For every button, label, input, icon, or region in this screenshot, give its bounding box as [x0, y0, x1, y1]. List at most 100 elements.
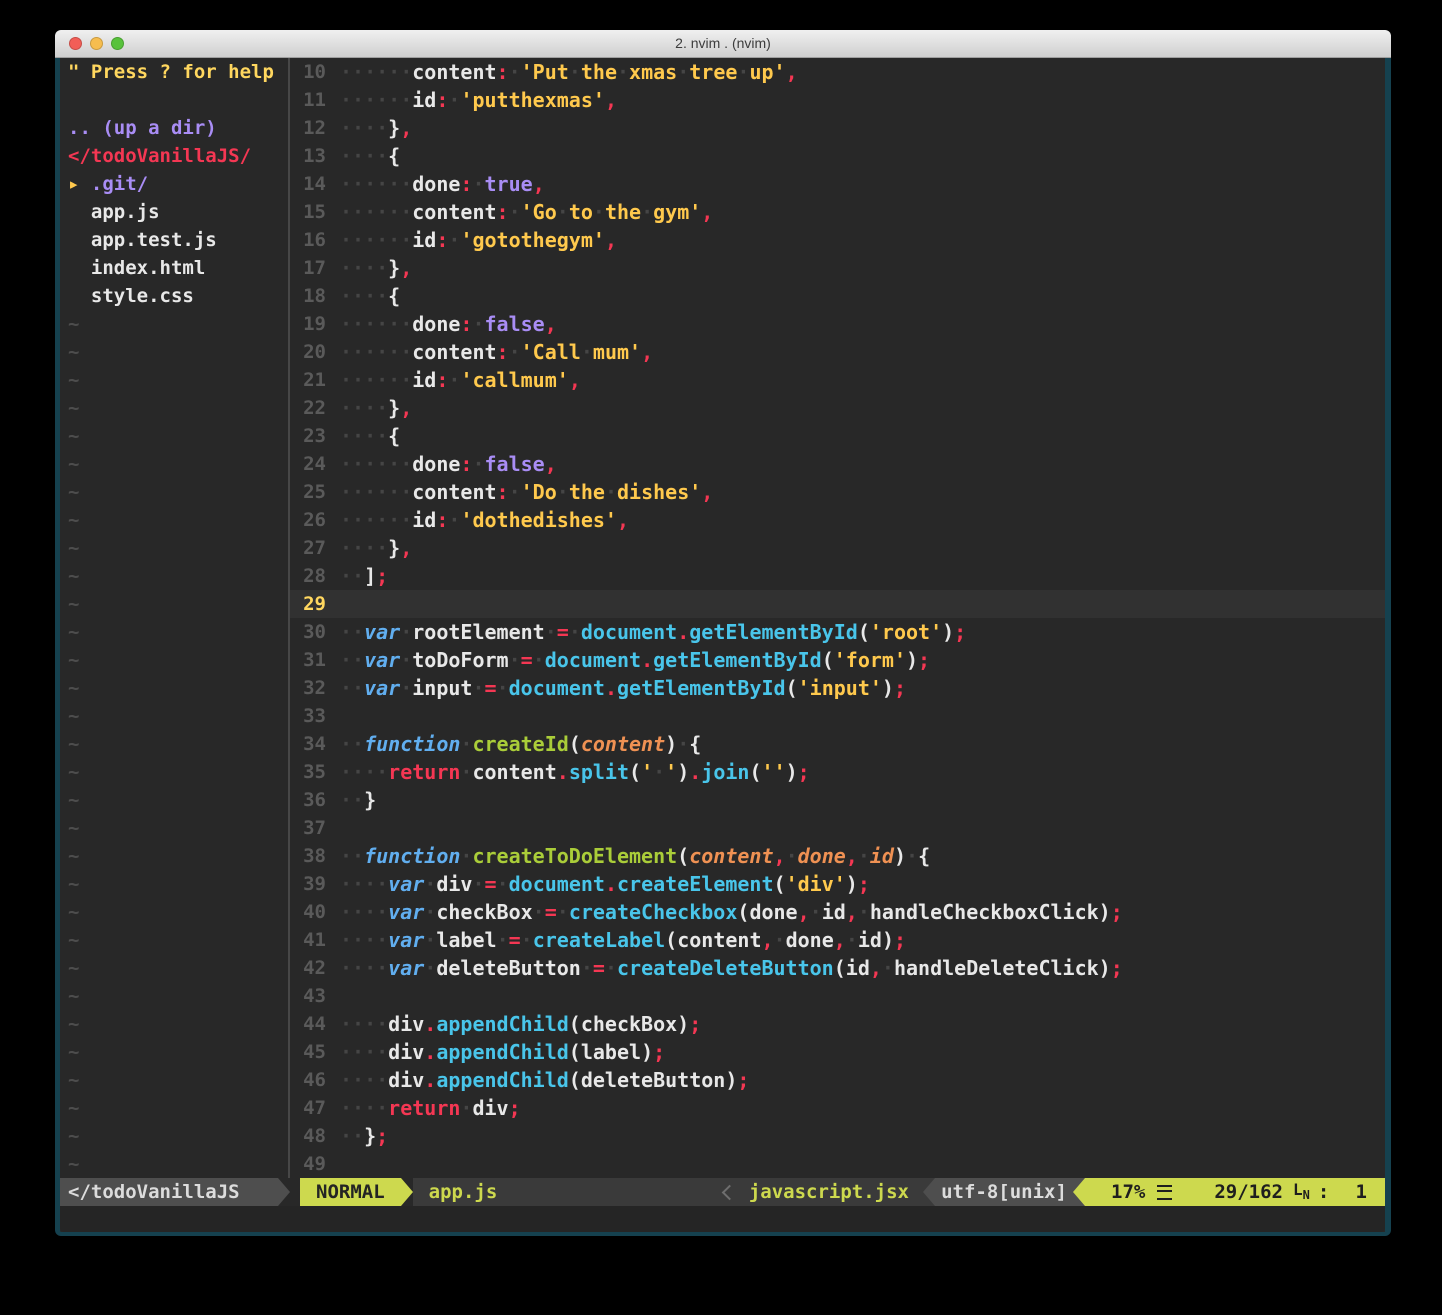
- empty-buffer-tilde: ~: [60, 506, 288, 534]
- tree-expand-arrow-icon[interactable]: ▸: [68, 173, 91, 195]
- code-line-26[interactable]: 26······id:·'dothedishes',: [290, 506, 1385, 534]
- code-text: ····var·label·=·createLabel(content,·don…: [340, 926, 1385, 954]
- code-line-19[interactable]: 19······done:·false,: [290, 310, 1385, 338]
- line-number: 31: [290, 646, 340, 674]
- code-text: ····},: [340, 114, 1385, 142]
- code-line-16[interactable]: 16······id:·'gotothegym',: [290, 226, 1385, 254]
- line-number: 18: [290, 282, 340, 310]
- code-line-14[interactable]: 14······done:·true,: [290, 170, 1385, 198]
- code-line-28[interactable]: 28··];: [290, 562, 1385, 590]
- code-line-34[interactable]: 34··function·createId(content)·{: [290, 730, 1385, 758]
- code-line-36[interactable]: 36··}: [290, 786, 1385, 814]
- nerdtree-help-line: " Press ? for help: [60, 58, 288, 86]
- window-titlebar[interactable]: 2. nvim . (nvim): [55, 30, 1391, 58]
- code-text: ····{: [340, 282, 1385, 310]
- code-line-29[interactable]: 29: [290, 590, 1385, 618]
- trigram-icon: [1157, 1185, 1172, 1200]
- code-line-13[interactable]: 13····{: [290, 142, 1385, 170]
- nerdtree-sidebar[interactable]: " Press ? for help .. (up a dir)</todoVan…: [60, 58, 288, 1178]
- code-line-22[interactable]: 22····},: [290, 394, 1385, 422]
- code-line-40[interactable]: 40····var·checkBox·=·createCheckbox(done…: [290, 898, 1385, 926]
- code-line-32[interactable]: 32··var·input·=·document.getElementById(…: [290, 674, 1385, 702]
- empty-buffer-tilde: ~: [60, 674, 288, 702]
- code-line-45[interactable]: 45····div.appendChild(label);: [290, 1038, 1385, 1066]
- empty-buffer-tilde: ~: [60, 842, 288, 870]
- code-line-27[interactable]: 27····},: [290, 534, 1385, 562]
- code-line-38[interactable]: 38··function·createToDoElement(content,·…: [290, 842, 1385, 870]
- code-text: ····},: [340, 254, 1385, 282]
- code-line-23[interactable]: 23····{: [290, 422, 1385, 450]
- tree-item-label: index.html: [91, 257, 205, 279]
- code-line-12[interactable]: 12····},: [290, 114, 1385, 142]
- code-line-24[interactable]: 24······done:·false,: [290, 450, 1385, 478]
- line-number: 32: [290, 674, 340, 702]
- code-text: ····div.appendChild(deleteButton);: [340, 1066, 1385, 1094]
- code-line-43[interactable]: 43: [290, 982, 1385, 1010]
- code-text: ······done:·false,: [340, 310, 1385, 338]
- code-text: ··};: [340, 1122, 1385, 1150]
- code-line-18[interactable]: 18····{: [290, 282, 1385, 310]
- code-text: ····div.appendChild(checkBox);: [340, 1010, 1385, 1038]
- line-number: 16: [290, 226, 340, 254]
- code-text: ······content:·'Go·to·the·gym',: [340, 198, 1385, 226]
- tree-item-index.html[interactable]: index.html: [60, 254, 288, 282]
- line-number: 19: [290, 310, 340, 338]
- code-line-35[interactable]: 35····return·content.split('·').join('')…: [290, 758, 1385, 786]
- tree-item-app.js[interactable]: app.js: [60, 198, 288, 226]
- tree-item-app.test.js[interactable]: app.test.js: [60, 226, 288, 254]
- line-number: 11: [290, 86, 340, 114]
- code-text: ······done:·false,: [340, 450, 1385, 478]
- code-text: ······id:·'dothedishes',: [340, 506, 1385, 534]
- code-line-25[interactable]: 25······content:·'Do·the·dishes',: [290, 478, 1385, 506]
- code-text: ····return·content.split('·').join('');: [340, 758, 1385, 786]
- line-number: 48: [290, 1122, 340, 1150]
- code-editor[interactable]: 10······content:·'Put·the·xmas·tree·up',…: [290, 58, 1385, 1178]
- code-line-48[interactable]: 48··};: [290, 1122, 1385, 1150]
- statusline-filetype-group: javascript.jsx: [724, 1181, 923, 1203]
- code-line-10[interactable]: 10······content:·'Put·the·xmas·tree·up',: [290, 58, 1385, 86]
- line-number: 35: [290, 758, 340, 786]
- line-number: 20: [290, 338, 340, 366]
- line-number: 14: [290, 170, 340, 198]
- chevron-left-icon: [722, 1184, 738, 1200]
- cursor-line-total: 29/162: [1214, 1181, 1283, 1203]
- code-line-37[interactable]: 37: [290, 814, 1385, 842]
- empty-buffer-tilde: ~: [60, 618, 288, 646]
- code-text: ····var·div·=·document.createElement('di…: [340, 870, 1385, 898]
- code-line-47[interactable]: 47····return·div;: [290, 1094, 1385, 1122]
- code-line-46[interactable]: 46····div.appendChild(deleteButton);: [290, 1066, 1385, 1094]
- code-line-49[interactable]: 49: [290, 1150, 1385, 1178]
- statusline-filetype: javascript.jsx: [749, 1181, 923, 1203]
- code-line-41[interactable]: 41····var·label·=·createLabel(content,·d…: [290, 926, 1385, 954]
- tree-item-..upadir[interactable]: .. (up a dir): [60, 114, 288, 142]
- code-line-31[interactable]: 31··var·toDoForm·=·document.getElementBy…: [290, 646, 1385, 674]
- code-line-15[interactable]: 15······content:·'Go·to·the·gym',: [290, 198, 1385, 226]
- code-line-21[interactable]: 21······id:·'callmum',: [290, 366, 1385, 394]
- code-line-44[interactable]: 44····div.appendChild(checkBox);: [290, 1010, 1385, 1038]
- line-number: 39: [290, 870, 340, 898]
- tree-item-style.css[interactable]: style.css: [60, 282, 288, 310]
- code-line-42[interactable]: 42····var·deleteButton·=·createDeleteBut…: [290, 954, 1385, 982]
- empty-buffer-tilde: ~: [60, 1010, 288, 1038]
- empty-buffer-tilde: ~: [60, 898, 288, 926]
- code-line-11[interactable]: 11······id:·'putthexmas',: [290, 86, 1385, 114]
- empty-buffer-tilde: ~: [60, 590, 288, 618]
- code-text: ······done:·true,: [340, 170, 1385, 198]
- command-line[interactable]: [60, 1206, 1385, 1232]
- empty-buffer-tilde: ~: [60, 394, 288, 422]
- code-line-30[interactable]: 30··var·rootElement·=·document.getElemen…: [290, 618, 1385, 646]
- line-number: 24: [290, 450, 340, 478]
- code-line-39[interactable]: 39····var·div·=·document.createElement('…: [290, 870, 1385, 898]
- code-line-33[interactable]: 33: [290, 702, 1385, 730]
- code-line-17[interactable]: 17····},: [290, 254, 1385, 282]
- code-text: ······content:·'Do·the·dishes',: [340, 478, 1385, 506]
- tree-item-todovanillajs[interactable]: </todoVanillaJS/: [60, 142, 288, 170]
- line-number: 13: [290, 142, 340, 170]
- code-text: ····{: [340, 422, 1385, 450]
- code-line-20[interactable]: 20······content:·'Call·mum',: [290, 338, 1385, 366]
- empty-buffer-tilde: ~: [60, 338, 288, 366]
- code-text: [340, 702, 1385, 730]
- line-number: 38: [290, 842, 340, 870]
- tree-item-.git[interactable]: ▸ .git/: [60, 170, 288, 198]
- code-text: ··function·createToDoElement(content,·do…: [340, 842, 1385, 870]
